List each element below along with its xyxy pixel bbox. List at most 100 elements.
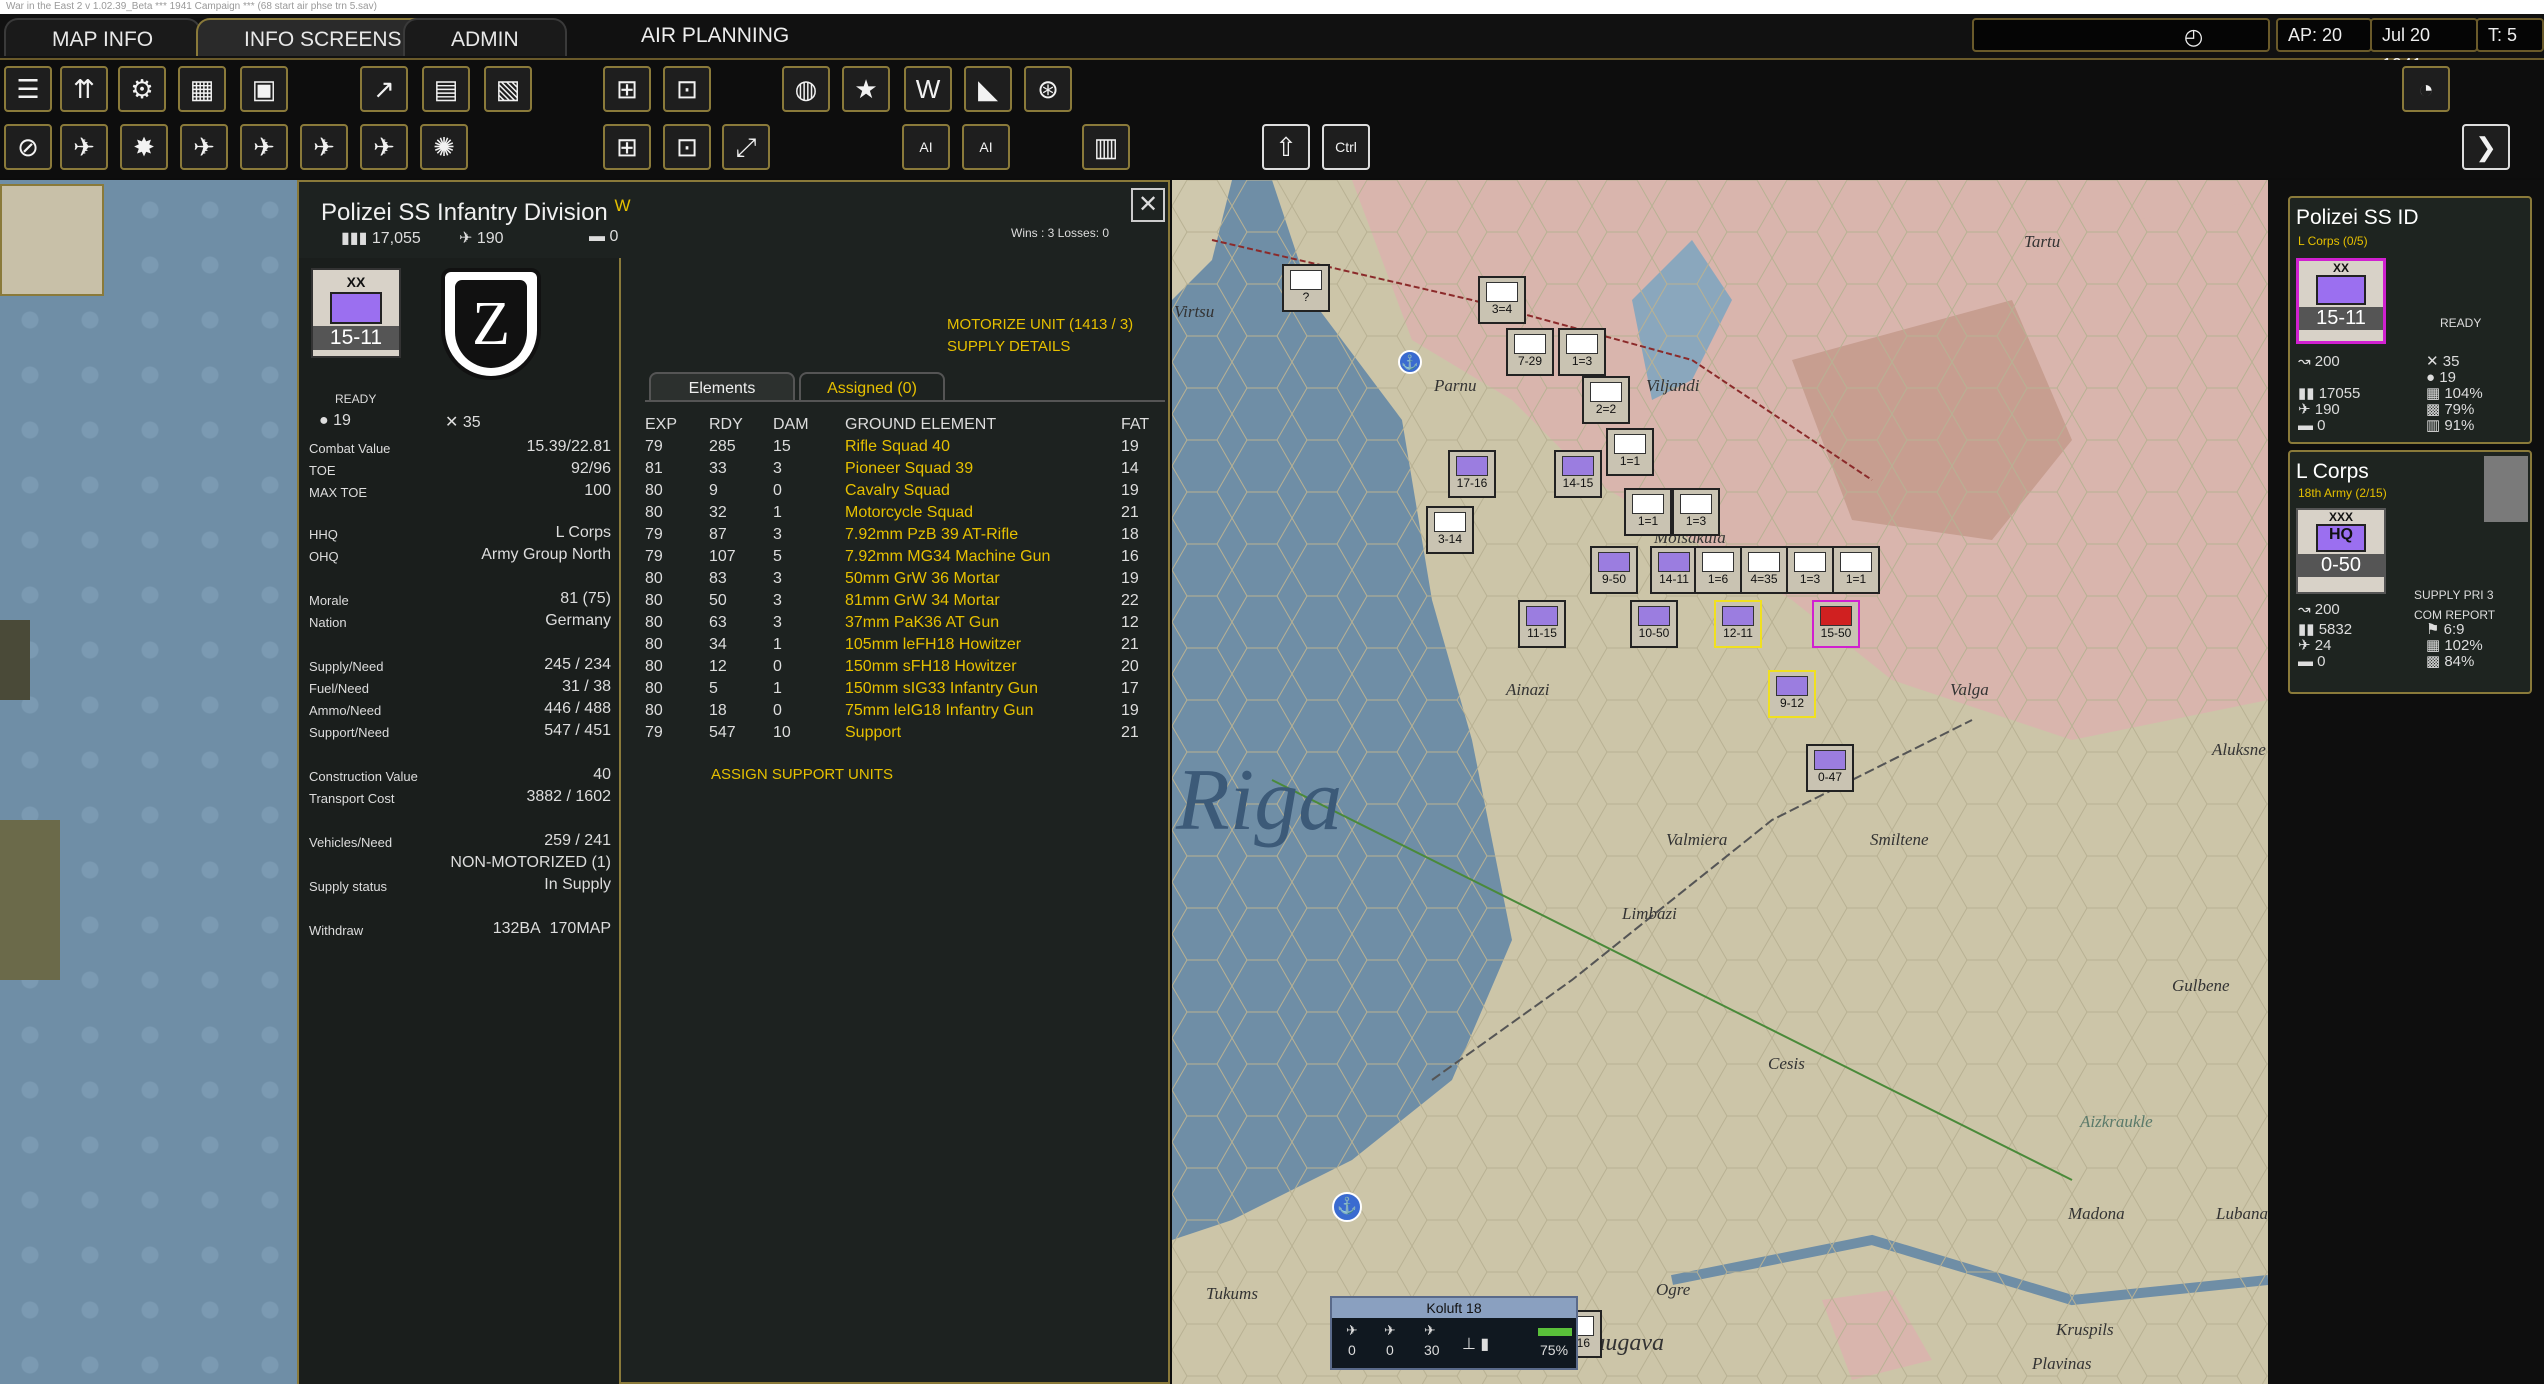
supply-details-button[interactable]: SUPPLY DETAILS	[947, 338, 1070, 355]
star-icon[interactable]: ★	[842, 66, 890, 112]
col-rdy[interactable]: RDY	[709, 414, 773, 436]
unit-counter[interactable]: 17-16	[1448, 450, 1496, 498]
unit-counter[interactable]: 10-50	[1630, 600, 1678, 648]
unit-counter[interactable]: 15-50	[1812, 600, 1860, 648]
close-icon[interactable]: ✕	[1131, 188, 1165, 222]
air-settings-icon[interactable]: ⊡	[663, 124, 711, 170]
report-icon[interactable]: ▤	[422, 66, 470, 112]
unit-counter[interactable]: 12-11	[1714, 600, 1762, 648]
unit-counter[interactable]: 3-14	[1426, 506, 1474, 554]
production-gear-icon[interactable]: ⚙	[118, 66, 166, 112]
table-row[interactable]: 79 547 10 Support 21	[645, 722, 1161, 744]
riga-port-anchor-icon[interactable]: ⚓	[1332, 1192, 1362, 1222]
chart-icon[interactable]: ▦	[178, 66, 226, 112]
unit-counter[interactable]: 1=1	[1606, 428, 1654, 476]
hex-map[interactable]: Virtsu Parnu Viljandi Moisakula Ainazi R…	[1172, 180, 2268, 1384]
table-row[interactable]: 79 285 15 Rifle Squad 40 19	[645, 436, 1161, 458]
air-oob-icon[interactable]: ⊡	[663, 66, 711, 112]
oob-icon[interactable]: ☰	[4, 66, 52, 112]
unit-counter[interactable]: 14-15	[1554, 450, 1602, 498]
col-ground-element[interactable]: GROUND ELEMENT	[845, 414, 1121, 436]
air-strike-icon[interactable]: ✈	[180, 124, 228, 170]
explosion-icon[interactable]: ✺	[420, 124, 468, 170]
table-row[interactable]: 80 12 0 150mm sFH18 Howitzer 20	[645, 656, 1161, 678]
commander-portrait[interactable]	[2484, 456, 2528, 522]
hq-unit-card[interactable]: L Corps 18th Army (2/15) XXX HQ 0-50 SUP…	[2288, 450, 2532, 694]
no-air-icon[interactable]: ⊘	[4, 124, 52, 170]
unit-counter[interactable]: 9-12	[1768, 670, 1816, 718]
table-row[interactable]: 80 9 0 Cavalry Squad 19	[645, 480, 1161, 502]
clock-icon[interactable]: ◴	[2184, 22, 2203, 52]
document-icon[interactable]: ▧	[484, 66, 532, 112]
air-unit-box[interactable]: Koluft 18 ✈ 0 ✈ 0 ✈ 30 ⊥ ▮ 75%	[1330, 1296, 1578, 1370]
unit-counter[interactable]: 2=2	[1582, 376, 1630, 424]
map-left-sea[interactable]	[0, 180, 297, 1384]
ctrl-icon[interactable]: Ctrl	[1322, 124, 1370, 170]
air-ai-icon[interactable]: AI	[962, 124, 1010, 170]
air-recon-icon[interactable]: ✈	[300, 124, 348, 170]
unit-counter[interactable]: 7-29	[1506, 328, 1554, 376]
unit-counter[interactable]: 3=4	[1478, 276, 1526, 324]
unit-counter[interactable]: 11-15	[1518, 600, 1566, 648]
unit-counter[interactable]: 0-47	[1806, 744, 1854, 792]
port-anchor-icon[interactable]: ⚓	[1398, 350, 1422, 374]
air-transport-icon[interactable]: ✈	[240, 124, 288, 170]
table-row[interactable]: 79 107 5 7.92mm MG34 Machine Gun 16	[645, 546, 1161, 568]
announcement-icon[interactable]: ◣	[964, 66, 1012, 112]
unit-counter[interactable]: 1=3	[1672, 488, 1720, 536]
unit-counter[interactable]: 4=35	[1740, 546, 1788, 594]
tab-assigned[interactable]: Assigned (0)	[799, 372, 945, 402]
unit-counter[interactable]: 9-50	[1590, 546, 1638, 594]
globe-icon[interactable]: ◍	[782, 66, 830, 112]
col-exp[interactable]: EXP	[645, 414, 709, 436]
air-ground-icon[interactable]: ✈	[360, 124, 408, 170]
victory-icon[interactable]: W	[904, 66, 952, 112]
unknown-unit-counter[interactable]: ?	[1282, 264, 1330, 312]
table-row[interactable]: 80 32 1 Motorcycle Squad 21	[645, 502, 1161, 524]
table-row[interactable]: 80 18 0 75mm leIG18 Infantry Gun 19	[645, 700, 1161, 722]
table-row[interactable]: 80 83 3 50mm GrW 36 Mortar 19	[645, 568, 1161, 590]
selected-unit-counter[interactable]: XX 15-11	[2296, 258, 2386, 344]
ground-ai-icon[interactable]: AI	[902, 124, 950, 170]
table-row[interactable]: 81 33 3 Pioneer Squad 39 14	[645, 458, 1161, 480]
air-planning-link[interactable]: AIR PLANNING	[641, 24, 789, 48]
assign-support-units-button[interactable]: ASSIGN SUPPORT UNITS	[711, 766, 893, 783]
next-arrow-icon[interactable]: ❯	[2462, 124, 2510, 170]
clock-settings-icon[interactable]: ◔	[2402, 66, 2450, 112]
unit-counter[interactable]: 1=1	[1832, 546, 1880, 594]
ground-settings-icon[interactable]: ⊞	[603, 124, 651, 170]
unit-counter[interactable]: 1=1	[1624, 488, 1672, 536]
message-box[interactable]: ◴	[1972, 18, 2270, 52]
stat-row-hhq[interactable]: HHQ L Corps	[309, 524, 611, 546]
unit-counter[interactable]: 1=6	[1694, 546, 1742, 594]
table-row[interactable]: 80 34 1 105mm leFH18 Howitzer 21	[645, 634, 1161, 656]
tab-elements[interactable]: Elements	[649, 372, 795, 402]
settings-icon[interactable]: ⊛	[1024, 66, 1072, 112]
unit-counter[interactable]: 1=3	[1786, 546, 1834, 594]
selected-unit-card[interactable]: Polizei SS ID L Corps (0/5) XX 15-11 REA…	[2288, 196, 2532, 444]
table-row[interactable]: 80 50 3 81mm GrW 34 Mortar 22	[645, 590, 1161, 612]
withdraw-values[interactable]: 132BA 170MAP	[493, 920, 611, 938]
unit-counter[interactable]: 1=3	[1558, 328, 1606, 376]
table-row[interactable]: 80 63 3 37mm PaK36 AT Gun 12	[645, 612, 1161, 634]
col-dam[interactable]: DAM	[773, 414, 845, 436]
motorize-unit-button[interactable]: MOTORIZE UNIT (1413 / 3)	[947, 316, 1133, 333]
upload-icon[interactable]: ⇧	[1262, 124, 1310, 170]
commander-icon[interactable]: ▣	[240, 66, 288, 112]
minimap-thumbnail[interactable]	[0, 184, 104, 296]
table-row[interactable]: 80 5 1 150mm sIG33 Infantry Gun 17	[645, 678, 1161, 700]
bomb-icon[interactable]: ✸	[120, 124, 168, 170]
move-arrow-icon[interactable]: ↗	[360, 66, 408, 112]
air-directive-icon[interactable]: ⤢	[722, 124, 770, 170]
tab-map-info[interactable]: MAP INFO	[4, 18, 202, 56]
hq-counter[interactable]: XXX HQ 0-50	[2296, 508, 2386, 594]
tab-admin[interactable]: ADMIN	[403, 18, 567, 56]
col-fat[interactable]: FAT	[1121, 414, 1161, 436]
unit-counter[interactable]: XX 15-11	[311, 268, 401, 358]
reinforcement-icon[interactable]: ⇈	[60, 66, 108, 112]
unit-counter[interactable]: 14-11	[1650, 546, 1698, 594]
air-attack-icon[interactable]: ✈	[60, 124, 108, 170]
table-row[interactable]: 79 87 3 7.92mm PzB 39 AT-Rifle 18	[645, 524, 1161, 546]
ground-oob-icon[interactable]: ⊞	[603, 66, 651, 112]
notes-icon[interactable]: ▥	[1082, 124, 1130, 170]
